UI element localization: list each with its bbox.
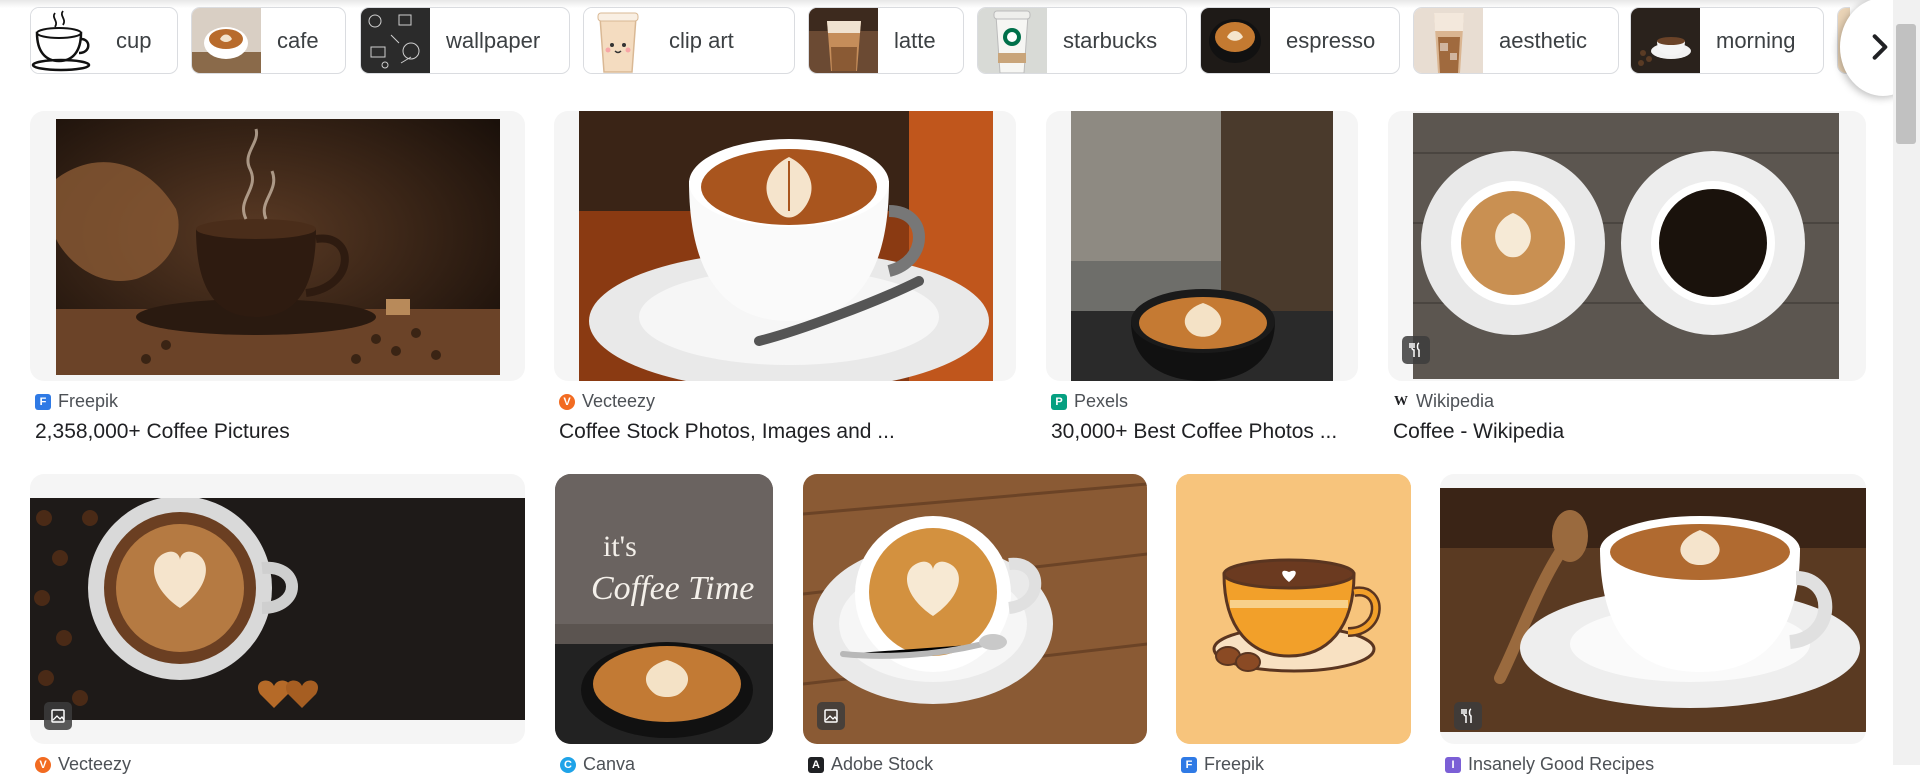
result-image-frame bbox=[1046, 111, 1358, 381]
result-card[interactable]: W Wikipedia Coffee - Wikipedia bbox=[1388, 111, 1866, 451]
result-source-name: Freepik bbox=[58, 391, 119, 411]
image-icon bbox=[824, 709, 838, 723]
latte-glass-thumb-icon bbox=[809, 8, 878, 73]
result-image bbox=[1071, 111, 1333, 381]
result-card[interactable]: A Adobe Stock bbox=[803, 474, 1147, 774]
cartoon-cup-thumb-icon bbox=[584, 8, 653, 73]
result-image-frame: it's Coffee Time bbox=[555, 474, 773, 744]
result-image-frame bbox=[1176, 474, 1411, 744]
chip-morning[interactable]: morning bbox=[1630, 7, 1824, 74]
result-image-frame bbox=[30, 111, 525, 381]
result-source-name: Vecteezy bbox=[582, 391, 656, 411]
chip-aesthetic[interactable]: aesthetic bbox=[1413, 7, 1619, 74]
result-card[interactable]: V Vecteezy bbox=[30, 474, 525, 774]
starbucks-cup-thumb-icon bbox=[978, 8, 1047, 73]
chip-starbucks[interactable]: starbucks bbox=[977, 7, 1187, 74]
chip-label: morning bbox=[1716, 27, 1796, 53]
result-card[interactable]: I Insanely Good Recipes bbox=[1440, 474, 1866, 774]
overlay-coffee-time-text: Coffee Time bbox=[591, 570, 755, 607]
image-badge bbox=[44, 702, 72, 730]
chip-cup[interactable]: cup bbox=[30, 7, 178, 74]
result-image-frame bbox=[554, 111, 1016, 381]
coffee-cup-sketch-icon bbox=[31, 8, 100, 73]
result-image-frame bbox=[803, 474, 1147, 744]
chip-wallpaper[interactable]: wallpaper bbox=[360, 7, 570, 74]
result-image-frame bbox=[1440, 474, 1866, 744]
page-scrollbar-thumb[interactable] bbox=[1896, 24, 1916, 144]
iced-coffee-thumb-icon bbox=[1414, 8, 1483, 73]
result-image bbox=[1176, 474, 1411, 744]
result-title[interactable]: 30,000+ Best Coffee Photos ... bbox=[1051, 420, 1356, 444]
result-image-frame bbox=[30, 474, 525, 744]
chip-espresso[interactable]: espresso bbox=[1200, 7, 1400, 74]
chip-label: cup bbox=[116, 27, 152, 53]
result-title[interactable]: Coffee Stock Photos, Images and ... bbox=[559, 420, 1014, 444]
result-image bbox=[555, 474, 773, 744]
result-image bbox=[1413, 113, 1839, 379]
chip-label: wallpaper bbox=[446, 27, 541, 53]
chip-label: clip art bbox=[669, 27, 734, 53]
result-card[interactable]: it's Coffee Time C Canva bbox=[555, 474, 773, 774]
related-searches-chips: cup cafe wallpaper clip art latte starbu… bbox=[30, 7, 1850, 75]
chip-label: cafe bbox=[277, 27, 319, 53]
chip-cafe[interactable]: cafe bbox=[191, 7, 346, 74]
result-source-name: Pexels bbox=[1074, 391, 1129, 411]
image-icon bbox=[51, 709, 65, 723]
result-image bbox=[579, 111, 993, 381]
result-source[interactable]: F Freepik bbox=[35, 391, 118, 412]
recipe-badge bbox=[1402, 336, 1430, 364]
result-title[interactable]: 2,358,000+ Coffee Pictures bbox=[35, 420, 520, 444]
result-source-name: Wikipedia bbox=[1416, 391, 1495, 411]
result-card[interactable]: P Pexels 30,000+ Best Coffee Photos ... bbox=[1046, 111, 1358, 451]
result-card[interactable]: V Vecteezy Coffee Stock Photos, Images a… bbox=[554, 111, 1016, 451]
chip-label: latte bbox=[894, 27, 936, 53]
wikipedia-favicon-icon: W bbox=[1393, 393, 1409, 410]
chalkboard-thumb-icon bbox=[361, 8, 430, 73]
recipe-icon bbox=[1461, 708, 1472, 723]
result-source[interactable]: P Pexels bbox=[1051, 391, 1128, 412]
chip-clip-art[interactable]: clip art bbox=[583, 7, 795, 74]
freepik-favicon-icon: F bbox=[35, 393, 51, 410]
chip-label: espresso bbox=[1286, 27, 1376, 53]
recipe-badge bbox=[1454, 702, 1482, 730]
result-card[interactable]: F Freepik 2,358,000+ Coffee Pictures bbox=[30, 111, 525, 451]
chip-label: aesthetic bbox=[1499, 27, 1588, 53]
chip-latte[interactable]: latte bbox=[808, 7, 964, 74]
pexels-favicon-icon: P bbox=[1051, 393, 1067, 410]
vecteezy-favicon-icon: V bbox=[559, 393, 575, 410]
morning-coffee-thumb-icon bbox=[1631, 8, 1700, 73]
result-card[interactable]: F Freepik bbox=[1176, 474, 1411, 774]
result-source[interactable]: W Wikipedia bbox=[1393, 391, 1494, 412]
result-source[interactable]: V Vecteezy bbox=[559, 391, 655, 412]
result-image bbox=[803, 474, 1147, 744]
result-image bbox=[1440, 488, 1866, 732]
overlay-its-text: it's bbox=[603, 530, 637, 563]
chevron-right-icon bbox=[1872, 34, 1888, 60]
result-image bbox=[56, 119, 500, 375]
cafe-latte-thumb-icon bbox=[192, 8, 261, 73]
result-image-frame bbox=[1388, 111, 1866, 381]
espresso-thumb-icon bbox=[1201, 8, 1270, 73]
chip-label: starbucks bbox=[1063, 27, 1158, 53]
image-badge bbox=[817, 702, 845, 730]
result-title[interactable]: Coffee - Wikipedia bbox=[1393, 420, 1863, 444]
recipe-icon bbox=[1409, 342, 1420, 357]
result-image bbox=[30, 498, 525, 720]
